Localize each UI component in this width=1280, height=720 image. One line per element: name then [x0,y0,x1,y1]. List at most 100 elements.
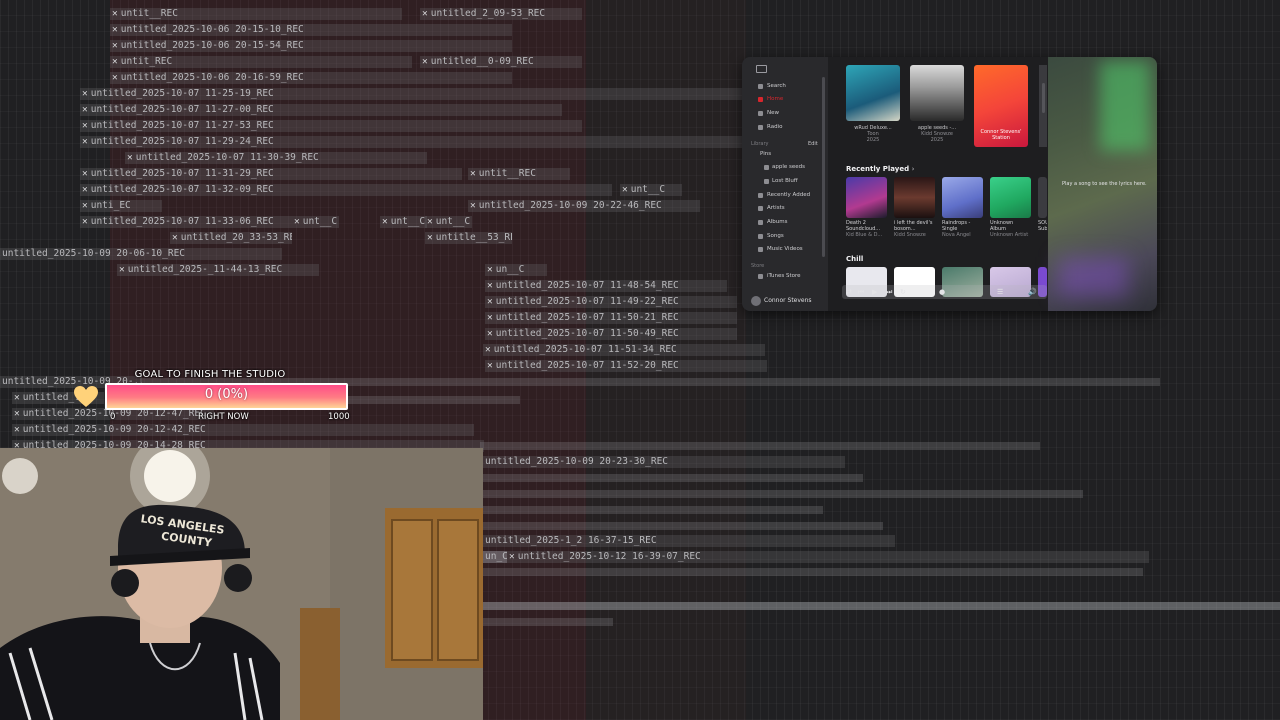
clip-close-icon[interactable]: ✕ [485,344,491,355]
music-app-window[interactable]: Search Home New Radio Library Edit Pins … [742,57,1157,311]
clip-close-icon[interactable]: ✕ [487,296,493,307]
chill-heading[interactable]: Chill [846,255,863,263]
audio-clip[interactable]: ✕ untitled_2025-10-07 11-50-49_REC [485,328,737,340]
timeline-scrollbar[interactable] [483,602,1280,610]
clip-close-icon[interactable]: ✕ [82,136,88,147]
sidebar-toggle-icon[interactable] [756,65,767,73]
sidebar-item-music-videos[interactable]: Music Videos [767,246,803,252]
audio-clip[interactable]: ✕ untitled_2025-10-07 11-49-22_REC [485,296,737,308]
audio-clip[interactable]: ✕ untitled_2025-10-07 11-50-21_REC [485,312,737,324]
clip-close-icon[interactable]: ✕ [422,8,428,19]
audio-clip[interactable]: ✕ untitled_2025-10-06 20-15-54_REC [110,40,512,52]
sidebar-item-home[interactable]: Home [767,96,783,102]
audio-clip[interactable]: ✕ untitled_2_09-53_REC [420,8,582,20]
sidebar-scrollbar[interactable] [822,77,825,257]
recently-played-heading[interactable]: Recently Played › [846,165,914,173]
clip-close-icon[interactable]: ✕ [294,216,300,227]
clip-close-icon[interactable]: ✕ [82,216,88,227]
audio-clip[interactable]: ✕ untitled_2025-10-09 20-22-46_REC [468,200,700,212]
audio-clip[interactable]: ✕ untitled_2025-10-07 11-48-54_REC [485,280,727,292]
audio-clip[interactable]: ✕ untitled_2025-10-06 20-15-10_REC [110,24,512,36]
clip-close-icon[interactable]: ✕ [119,264,125,275]
audio-clip[interactable]: ✕ untitled_2025-10-09 20-12-42_REC [12,424,474,436]
clip-close-icon[interactable]: ✕ [127,152,133,163]
clip-close-icon[interactable]: ✕ [487,280,493,291]
clip-close-icon[interactable]: ✕ [487,360,493,371]
album-tile[interactable] [846,65,900,121]
previous-icon[interactable]: ⏮ [858,288,864,297]
sidebar-item-artists[interactable]: Artists [767,205,785,211]
clip-close-icon[interactable]: ✕ [487,328,493,339]
audio-clip[interactable]: ✕ untitled_2025-10-07 11-51-34_REC [483,344,765,356]
album-tile[interactable] [910,65,964,121]
audio-clip[interactable]: ✕ un__C [485,264,547,276]
clip-close-icon[interactable]: ✕ [112,24,118,35]
clip-close-icon[interactable]: ✕ [82,184,88,195]
clip-close-icon[interactable]: ✕ [382,216,388,227]
user-name[interactable]: Connor Stevens [764,297,812,304]
audio-clip[interactable]: ✕ untitled__0-09_REC [420,56,582,68]
clip-close-icon[interactable]: ✕ [509,551,515,562]
clip-close-icon[interactable]: ✕ [82,104,88,115]
audio-clip[interactable]: untitled_2025-1_2 16-37-15_REC [483,535,895,547]
pins-heading[interactable]: Pins [760,151,771,157]
queue-icon[interactable]: ☰ [997,288,1003,296]
clip-close-icon[interactable]: ✕ [14,392,20,403]
audio-clip[interactable]: ✕ untit__REC [110,8,402,20]
clip-close-icon[interactable]: ✕ [487,312,493,323]
clip-close-icon[interactable]: ✕ [112,72,118,83]
play-icon[interactable]: ▶ [872,288,877,296]
recent-album-tile[interactable] [846,177,887,218]
audio-clip[interactable]: ✕ untit__REC [468,168,570,180]
clip-close-icon[interactable]: ✕ [82,120,88,131]
clip-close-icon[interactable]: ✕ [427,216,433,227]
audio-clip[interactable]: untitled_2025-10-09 20-06-10_REC [0,248,282,260]
audio-clip[interactable]: ✕ untitled_2025-10-07 11-27-00_REC [80,104,562,116]
clip-close-icon[interactable]: ✕ [487,264,493,275]
audio-clip[interactable]: ✕ unt__C [380,216,427,228]
audio-clip[interactable]: ✕ untitled_2025-10-07 11-31-29_REC [80,168,462,180]
clip-close-icon[interactable]: ✕ [470,200,476,211]
clip-close-icon[interactable]: ✕ [82,168,88,179]
audio-clip[interactable]: ✕ untit_REC [110,56,412,68]
audio-clip[interactable]: ✕ untitled_2025-10-07 11-32-09_REC [80,184,612,196]
audio-clip[interactable]: ✕ untitled_2025-10-07 11-27-53_REC [80,120,582,132]
recent-album-tile[interactable] [942,177,983,218]
sidebar-item-itunes-store[interactable]: iTunes Store [767,273,801,279]
avatar[interactable] [751,296,761,306]
repeat-icon[interactable]: ↻ [900,288,906,296]
clip-close-icon[interactable]: ✕ [14,424,20,435]
sidebar-item-recently-added[interactable]: Recently Added [767,192,810,198]
audio-clip[interactable]: ✕ untitled_20_33-53_REC [170,232,292,244]
audio-clip[interactable]: ✕ unt__C [425,216,472,228]
audio-clip[interactable]: ✕ untitled_2025-10-07 11-33-06_REC [80,216,292,228]
audio-clip[interactable]: ✕ untitled_2025-10-07 11-25-19_REC [80,88,742,100]
audio-clip[interactable]: un_C [483,551,507,563]
audio-clip[interactable]: ✕ unti_EC [80,200,162,212]
sidebar-pin-lost-bluff[interactable]: Lost Bluff [772,178,798,184]
sidebar-item-radio[interactable]: Radio [767,124,782,130]
audio-clip[interactable]: ✕ untitled_2025-_11-44-13_REC [117,264,319,276]
audio-clip[interactable]: ✕untitle__53_REC [425,232,512,244]
clip-close-icon[interactable]: ✕ [82,88,88,99]
audio-clip[interactable]: ✕ untitled_2025-10-07 11-29-24_REC [80,136,742,148]
sidebar-item-songs[interactable]: Songs [767,233,784,239]
content-scrollbar[interactable] [1042,83,1045,113]
sidebar-item-new[interactable]: New [767,110,779,116]
clip-close-icon[interactable]: ✕ [14,408,20,419]
volume-icon[interactable]: 🔊 [1028,288,1037,296]
audio-clip[interactable]: ✕ untitled_2025-10-07 11-30-39_REC [125,152,427,164]
clip-close-icon[interactable]: ✕ [427,232,433,243]
clip-close-icon[interactable]: ✕ [422,56,428,67]
recent-album-tile[interactable] [990,177,1031,218]
sidebar-pin-apple-seeds[interactable]: apple seeds [772,164,805,170]
audio-clip[interactable]: ✕ unt__C [620,184,682,196]
shuffle-icon[interactable]: ⇄ [846,288,852,296]
sidebar-item-search[interactable]: Search [767,83,786,89]
clip-close-icon[interactable]: ✕ [622,184,628,195]
clip-close-icon[interactable]: ✕ [112,8,118,19]
next-icon[interactable]: ⏭ [886,288,892,297]
clip-close-icon[interactable]: ✕ [172,232,178,243]
audio-clip[interactable]: ✕ untitled_2025-10-06 20-16-59_REC [110,72,512,84]
clip-close-icon[interactable]: ✕ [112,56,118,67]
